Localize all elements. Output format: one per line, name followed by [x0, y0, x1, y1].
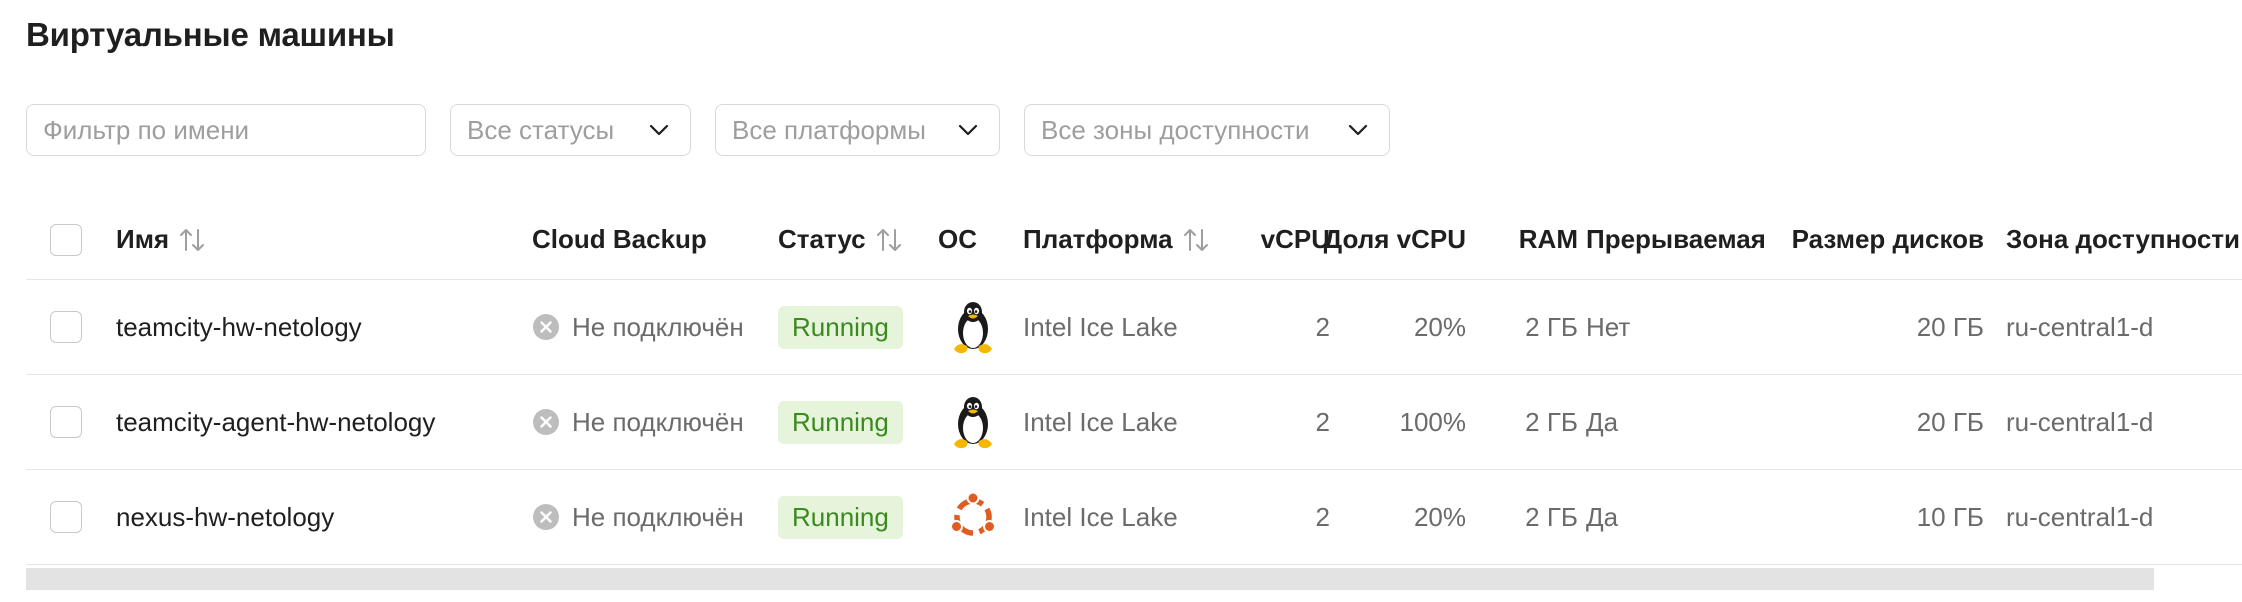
column-header-disk-size: Размер дисков — [1791, 224, 1984, 254]
platform-filter-value: Все платформы — [732, 114, 926, 145]
vcpu-cell: 2 — [1315, 501, 1330, 532]
row-checkbox[interactable] — [50, 501, 82, 533]
select-all-checkbox[interactable] — [50, 223, 82, 256]
disk-size-cell: 20 ГБ — [1916, 311, 1984, 342]
backup-status: Не подключён — [532, 375, 772, 469]
column-header-ram: RAM — [1518, 224, 1578, 254]
platform-cell: Intel Ice Lake — [1023, 406, 1178, 437]
zone-filter-select[interactable]: Все зоны доступности — [1024, 104, 1390, 156]
backup-status-label: Не подключён — [572, 311, 744, 342]
row-checkbox[interactable] — [50, 311, 82, 343]
column-header-platform-label: Платформа — [1023, 224, 1173, 254]
os-cell — [938, 280, 1008, 374]
column-header-name-label: Имя — [116, 224, 170, 254]
status-cell: Running — [778, 280, 938, 374]
vcpu-cell: 2 — [1315, 311, 1330, 342]
zone-filter-value: Все зоны доступности — [1041, 114, 1310, 145]
status-badge: Running — [778, 400, 903, 444]
column-header-zone-label: Зона доступности — [2006, 224, 2241, 254]
zone-cell: ru-central1-d — [2006, 406, 2154, 437]
vcpu-share-cell: 20% — [1413, 501, 1466, 532]
table-row[interactable]: nexus-hw-netology Не подключён Running I… — [26, 470, 2242, 565]
column-header-zone[interactable]: Зона доступности — [2006, 200, 2242, 279]
ram-cell: 2 ГБ — [1525, 406, 1578, 437]
not-connected-icon — [533, 314, 559, 340]
chevron-down-icon — [1348, 124, 1368, 136]
vm-name-link[interactable]: nexus-hw-netology — [116, 470, 516, 564]
zone-cell: ru-central1-d — [2006, 501, 2154, 532]
chevron-down-icon — [649, 124, 669, 136]
status-filter-select[interactable]: Все статусы — [450, 104, 691, 156]
status-badge: Running — [778, 495, 903, 539]
column-header-platform[interactable]: Платформа — [1023, 200, 1223, 279]
platform-cell: Intel Ice Lake — [1023, 501, 1178, 532]
column-header-vcpu: vCPU — [1260, 224, 1330, 254]
linux-tux-icon — [954, 302, 992, 354]
preemptible-cell: Да — [1586, 501, 1619, 532]
row-checkbox[interactable] — [50, 406, 82, 438]
vm-name-link[interactable]: teamcity-agent-hw-netology — [116, 375, 516, 469]
ubuntu-icon — [950, 491, 996, 536]
backup-status: Не подключён — [532, 280, 772, 374]
name-filter-input[interactable]: Фильтр по имени — [26, 104, 426, 156]
ram-cell: 2 ГБ — [1525, 501, 1578, 532]
table-row[interactable]: teamcity-hw-netology Не подключён Runnin… — [26, 280, 2242, 375]
not-connected-icon — [533, 504, 559, 530]
not-connected-icon — [533, 409, 559, 435]
column-header-backup: Cloud Backup — [532, 224, 707, 254]
linux-tux-icon — [954, 397, 992, 449]
preemptible-cell: Нет — [1586, 311, 1631, 342]
status-cell: Running — [778, 470, 938, 564]
table-header: Имя Cloud Backup Статус ОС Платформа vCP… — [26, 200, 2242, 280]
sort-icon[interactable] — [1181, 226, 1211, 254]
os-cell — [938, 470, 1008, 564]
backup-status: Не подключён — [532, 470, 772, 564]
status-badge: Running — [778, 305, 903, 349]
page-title: Виртуальные машины — [26, 16, 395, 53]
os-cell — [938, 375, 1008, 469]
column-header-name[interactable]: Имя — [116, 200, 516, 279]
vcpu-cell: 2 — [1315, 406, 1330, 437]
preemptible-cell: Да — [1586, 406, 1619, 437]
name-filter-placeholder: Фильтр по имени — [43, 114, 250, 145]
chevron-down-icon — [958, 124, 978, 136]
vm-name-link[interactable]: teamcity-hw-netology — [116, 280, 516, 374]
status-filter-value: Все статусы — [467, 114, 615, 145]
sort-icon[interactable] — [874, 226, 904, 254]
zone-cell: ru-central1-d — [2006, 311, 2154, 342]
table-row[interactable]: teamcity-agent-hw-netology Не подключён … — [26, 375, 2242, 470]
backup-status-label: Не подключён — [572, 406, 744, 437]
vcpu-share-cell: 20% — [1413, 311, 1466, 342]
column-header-status[interactable]: Статус — [778, 200, 938, 279]
status-cell: Running — [778, 375, 938, 469]
ram-cell: 2 ГБ — [1525, 311, 1578, 342]
platform-cell: Intel Ice Lake — [1023, 311, 1178, 342]
disk-size-cell: 20 ГБ — [1916, 406, 1984, 437]
backup-status-label: Не подключён — [572, 501, 744, 532]
sort-icon[interactable] — [177, 226, 207, 254]
column-header-preemptible: Прерываемая — [1586, 224, 1766, 254]
horizontal-scrollbar[interactable] — [26, 568, 2154, 590]
column-header-status-label: Статус — [778, 224, 866, 254]
disk-size-cell: 10 ГБ — [1916, 501, 1984, 532]
platform-filter-select[interactable]: Все платформы — [715, 104, 1000, 156]
vcpu-share-cell: 100% — [1399, 406, 1467, 437]
column-header-vcpu-share: Доля vCPU — [1323, 224, 1466, 254]
column-header-os: ОС — [938, 224, 977, 254]
